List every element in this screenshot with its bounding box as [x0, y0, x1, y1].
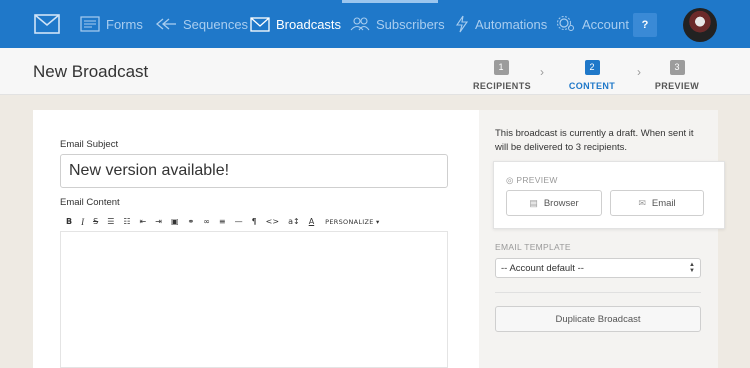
step-label: CONTENT: [568, 81, 616, 91]
horizontal-rule-icon[interactable]: —: [235, 217, 243, 226]
duplicate-broadcast-button[interactable]: Duplicate Broadcast: [495, 306, 701, 332]
step-preview[interactable]: 3 PREVIEW: [652, 57, 702, 91]
step-content[interactable]: 2 CONTENT: [566, 57, 618, 91]
select-arrows-icon: ▲ ▼: [689, 262, 695, 274]
page-title: New Broadcast: [33, 62, 149, 81]
preview-browser-button[interactable]: ▤ Browser: [506, 190, 602, 216]
personalize-dropdown[interactable]: PERSONALIZE ▾: [325, 218, 379, 226]
avatar[interactable]: [683, 8, 717, 42]
eye-icon: ◎: [506, 175, 514, 185]
nav-forms[interactable]: Forms: [80, 0, 143, 48]
nav-automations[interactable]: Automations: [455, 0, 547, 48]
step-number: 2: [584, 60, 600, 75]
preview-title-label: PREVIEW: [516, 175, 558, 185]
subject-input[interactable]: [60, 154, 448, 188]
image-icon[interactable]: ▣: [171, 217, 179, 226]
preview-email-label: Email: [651, 197, 676, 209]
step-number: 1: [493, 60, 509, 75]
email-template-select[interactable]: -- Account default -- ▲ ▼: [495, 258, 701, 278]
nav-subscribers[interactable]: Subscribers: [350, 0, 445, 48]
nav-account-label: Account: [582, 16, 629, 32]
nav-sequences[interactable]: Sequences: [155, 0, 248, 48]
text-color-icon[interactable]: A: [309, 217, 314, 226]
draft-status-text: This broadcast is currently a draft. Whe…: [495, 128, 694, 153]
link-icon[interactable]: ⚭: [188, 217, 195, 226]
indent-icon[interactable]: ⇥: [155, 217, 162, 226]
page-header: New Broadcast 1 RECIPIENTS › 2 CONTENT ›…: [0, 48, 750, 95]
code-icon[interactable]: <>: [266, 217, 279, 226]
numbered-list-icon[interactable]: ☷: [123, 217, 130, 226]
broadcasts-icon: [250, 16, 270, 32]
help-button[interactable]: ?: [633, 13, 657, 37]
bullet-list-icon[interactable]: ☰: [107, 217, 114, 226]
bold-button[interactable]: B: [66, 217, 72, 226]
nav-forms-label: Forms: [106, 16, 143, 32]
divider: [495, 292, 701, 293]
nav-broadcasts[interactable]: Broadcasts: [250, 0, 341, 48]
email-template-label: EMAIL TEMPLATE: [495, 242, 571, 252]
nav-account[interactable]: Account: [556, 0, 629, 48]
unlink-icon[interactable]: ∞: [203, 217, 210, 226]
editor-panel: Email Subject Email Content B I S ☰ ☷ ⇤ …: [33, 110, 479, 368]
envelope-icon: ✉: [638, 197, 646, 208]
chevron-right-icon: ›: [637, 65, 641, 79]
preview-email-button[interactable]: ✉ Email: [610, 190, 704, 216]
step-label: RECIPIENTS: [473, 81, 532, 91]
editor-toolbar: B I S ☰ ☷ ⇤ ⇥ ▣ ⚭ ∞ ≡ — ¶ <> a↕ A PERSON…: [60, 212, 448, 232]
email-content-editor[interactable]: [60, 232, 448, 368]
nav-subscribers-label: Subscribers: [376, 16, 445, 32]
email-template-value: -- Account default --: [501, 262, 584, 274]
top-nav: Forms Sequences Broadcasts Subscribers A…: [0, 0, 750, 48]
content-label: Email Content: [60, 197, 120, 208]
sequences-icon: [155, 18, 176, 30]
preview-box: ◎ PREVIEW ▤ Browser ✉ Email: [493, 161, 725, 229]
nav-sequences-label: Sequences: [183, 16, 249, 32]
chevron-right-icon: ›: [540, 65, 544, 79]
preview-browser-label: Browser: [543, 197, 579, 209]
nav-broadcasts-label: Broadcasts: [276, 16, 342, 32]
step-label: PREVIEW: [654, 81, 700, 91]
browser-icon: ▤: [529, 197, 538, 208]
step-number: 3: [669, 60, 685, 75]
subject-label: Email Subject: [60, 139, 119, 150]
step-recipients[interactable]: 1 RECIPIENTS: [473, 57, 532, 91]
forms-icon: [80, 16, 100, 32]
broadcast-sidebar: This broadcast is currently a draft. Whe…: [479, 110, 725, 368]
logo-envelope-icon[interactable]: [34, 14, 60, 34]
paragraph-icon[interactable]: ¶: [252, 217, 257, 226]
account-gear-icon: [557, 16, 574, 31]
font-size-icon[interactable]: a↕: [288, 217, 300, 226]
subscribers-icon: [350, 17, 370, 31]
outdent-icon[interactable]: ⇤: [140, 217, 147, 226]
preview-title: ◎ PREVIEW: [506, 175, 558, 186]
nav-automations-label: Automations: [475, 16, 548, 32]
italic-button[interactable]: I: [81, 217, 84, 227]
align-icon[interactable]: ≡: [219, 217, 226, 226]
automations-icon: [455, 15, 469, 33]
strikethrough-button[interactable]: S: [93, 217, 98, 226]
